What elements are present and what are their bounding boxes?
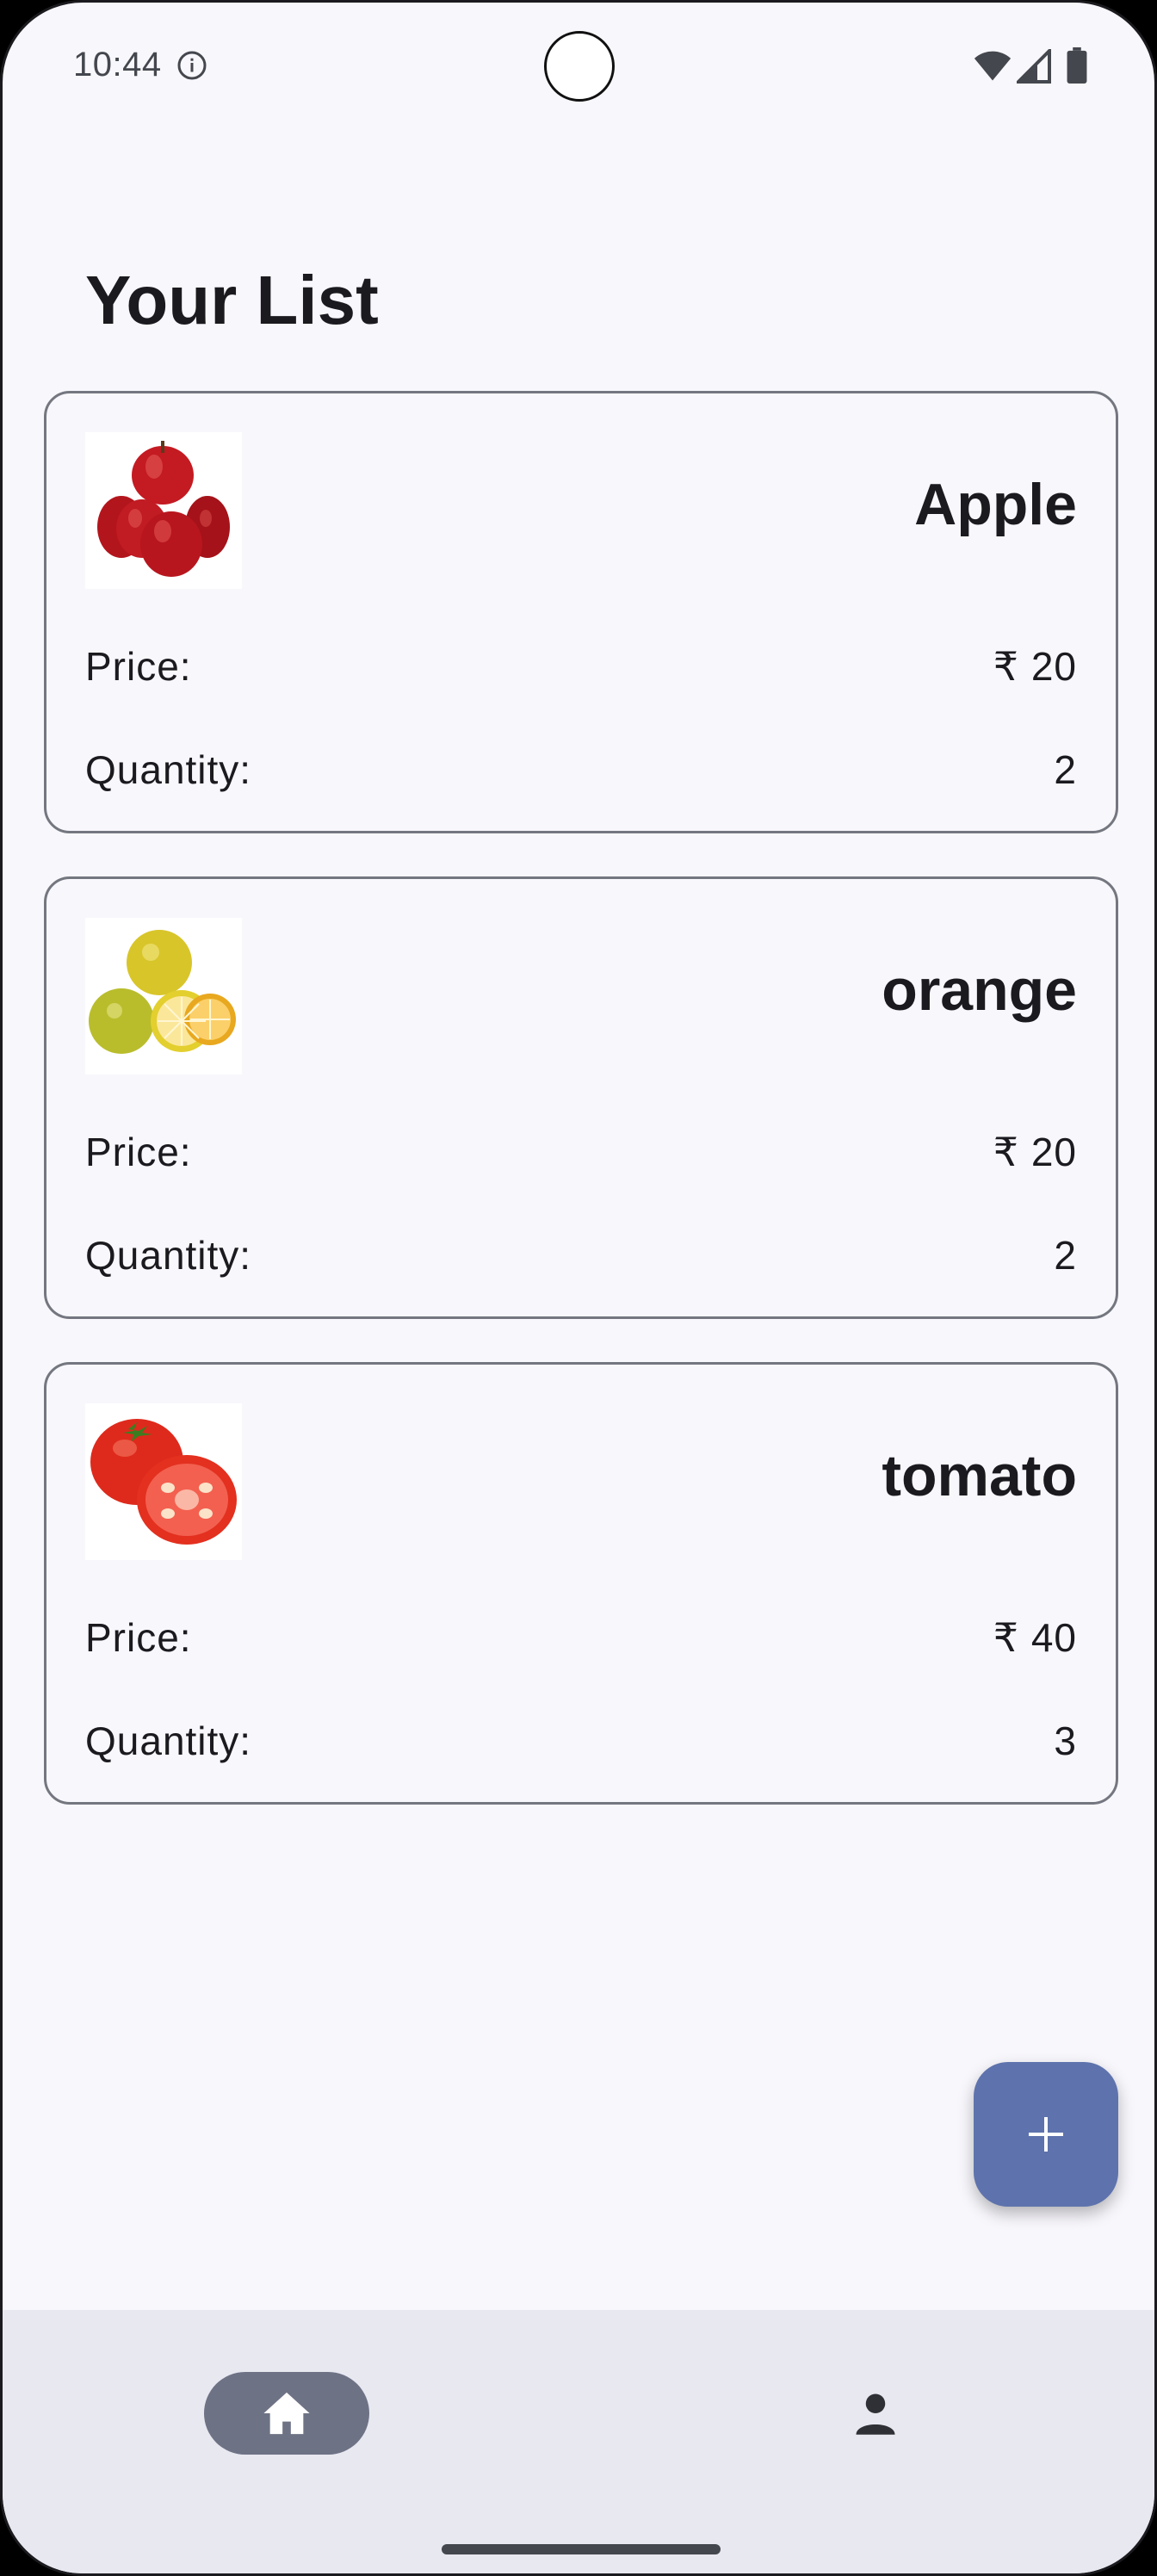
bottom-navigation — [3, 2310, 1154, 2573]
quantity-label: Quantity: — [85, 1718, 252, 1763]
app-screen: 10:44 Your List Apple Price: ₹ 20 Quanti… — [0, 0, 1157, 2576]
price-label: Price: — [85, 644, 192, 689]
price-label: Price: — [85, 1615, 192, 1660]
item-card-apple[interactable]: Apple Price: ₹ 20 Quantity: 2 — [44, 391, 1118, 833]
price-value: ₹ 20 — [993, 1130, 1077, 1174]
quantity-value: 3 — [1054, 1718, 1077, 1763]
item-card-tomato[interactable]: tomato Price: ₹ 40 Quantity: 3 — [44, 1362, 1118, 1805]
item-name: tomato — [882, 1443, 1077, 1508]
camera-cutout — [544, 31, 615, 102]
quantity-value: 2 — [1054, 1233, 1077, 1278]
item-name: Apple — [914, 472, 1077, 537]
status-time: 10:44 — [73, 46, 162, 84]
plus-icon — [1029, 2117, 1063, 2152]
nav-profile-tab[interactable] — [834, 2372, 917, 2455]
item-card-orange[interactable]: orange Price: ₹ 20 Quantity: 2 — [44, 876, 1118, 1319]
price-value: ₹ 20 — [993, 644, 1077, 689]
person-icon — [856, 2393, 895, 2435]
wifi-icon — [974, 51, 1012, 81]
info-icon — [177, 51, 207, 80]
quantity-value: 2 — [1054, 747, 1077, 792]
signal-icon — [1017, 49, 1051, 84]
price-label: Price: — [85, 1130, 192, 1174]
orange-image — [85, 918, 242, 1074]
add-item-button[interactable] — [974, 2062, 1118, 2207]
apple-image — [85, 432, 242, 589]
page-title: Your List — [85, 262, 379, 338]
item-name: orange — [882, 957, 1077, 1023]
price-value: ₹ 40 — [993, 1615, 1077, 1660]
nav-home-tab[interactable] — [204, 2372, 369, 2455]
quantity-label: Quantity: — [85, 747, 252, 792]
status-bar: 10:44 — [3, 3, 1154, 132]
battery-icon — [1067, 47, 1087, 84]
home-icon — [263, 2392, 310, 2435]
home-indicator[interactable] — [442, 2544, 721, 2554]
tomato-image — [85, 1403, 242, 1560]
quantity-label: Quantity: — [85, 1233, 252, 1278]
